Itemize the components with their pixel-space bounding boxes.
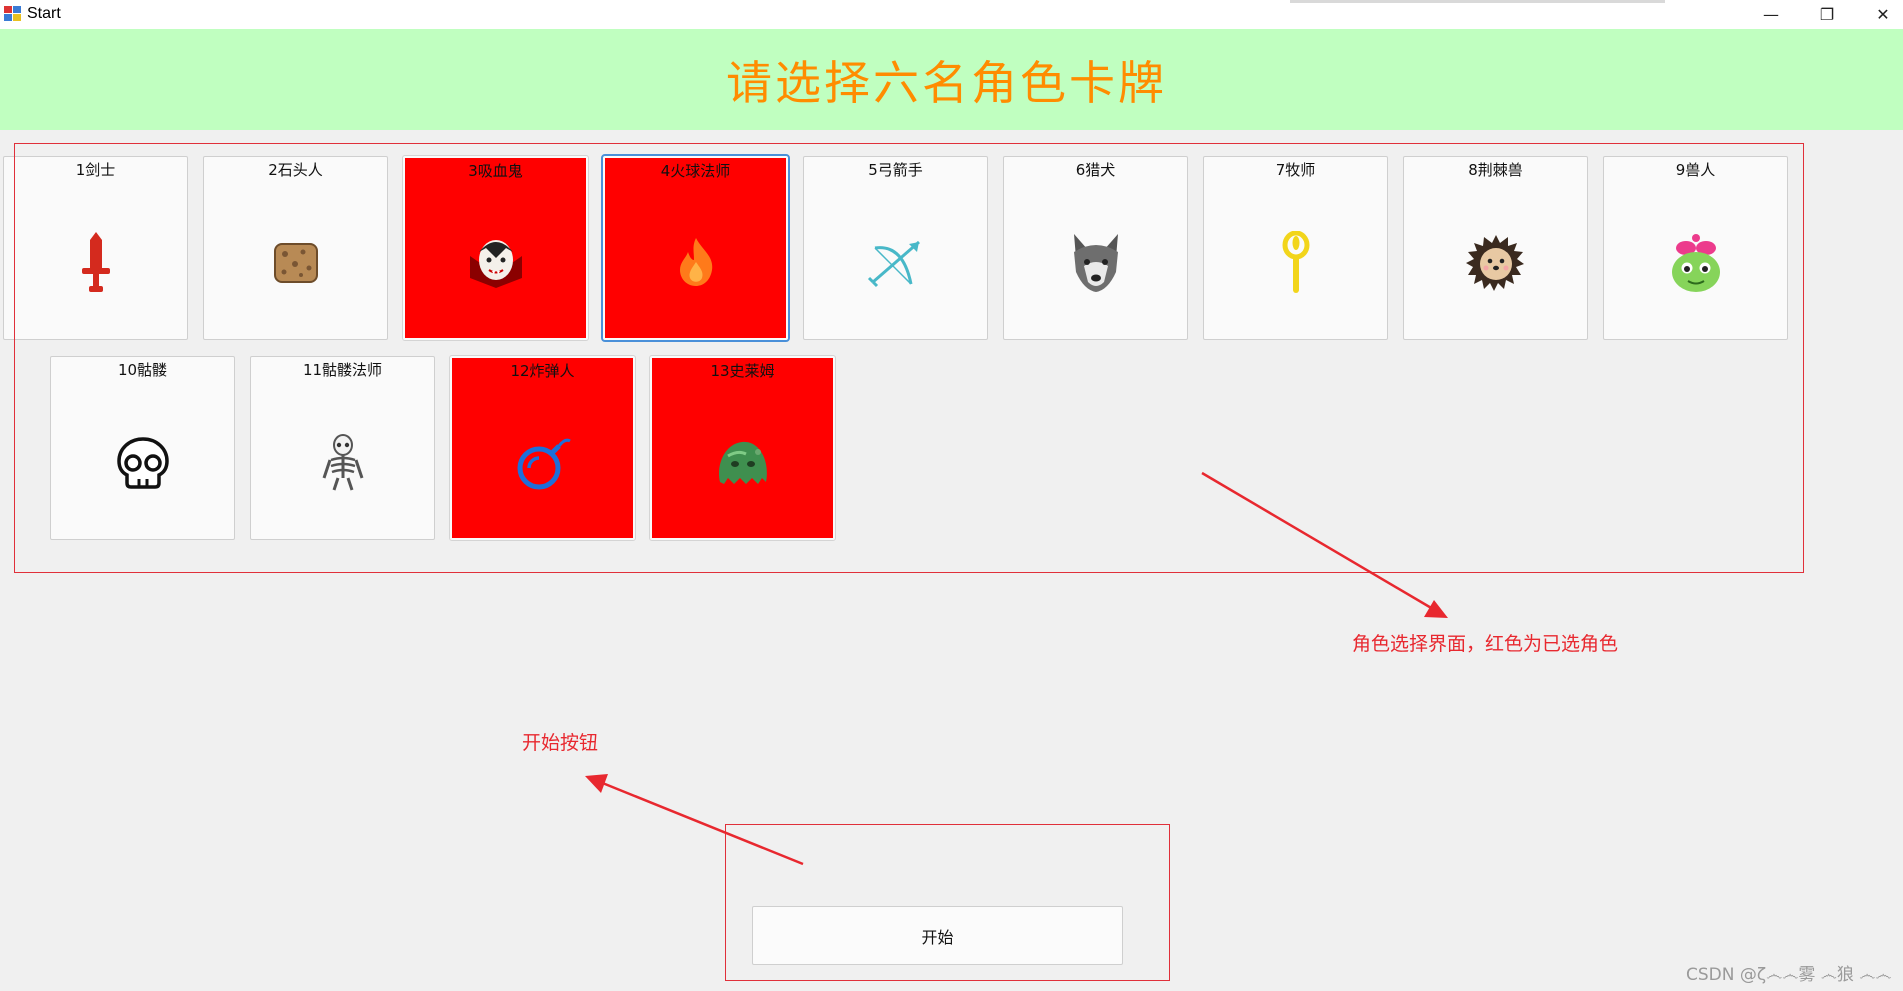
grid-arrow-line (1201, 471, 1434, 611)
watermark: CSDN @ζ෴෴雾 ෴狼 ෴෴ (1686, 965, 1892, 985)
button-arrow-line (599, 780, 804, 866)
button-annotation-text: 开始按钮 (522, 732, 599, 754)
grid-arrow-head (1424, 600, 1448, 618)
start-button[interactable]: 开始 (752, 906, 1123, 965)
annotation-arrows (585, 471, 1448, 866)
grid-annotation-text: 角色选择界面，红色为已选角色 (1352, 633, 1619, 655)
